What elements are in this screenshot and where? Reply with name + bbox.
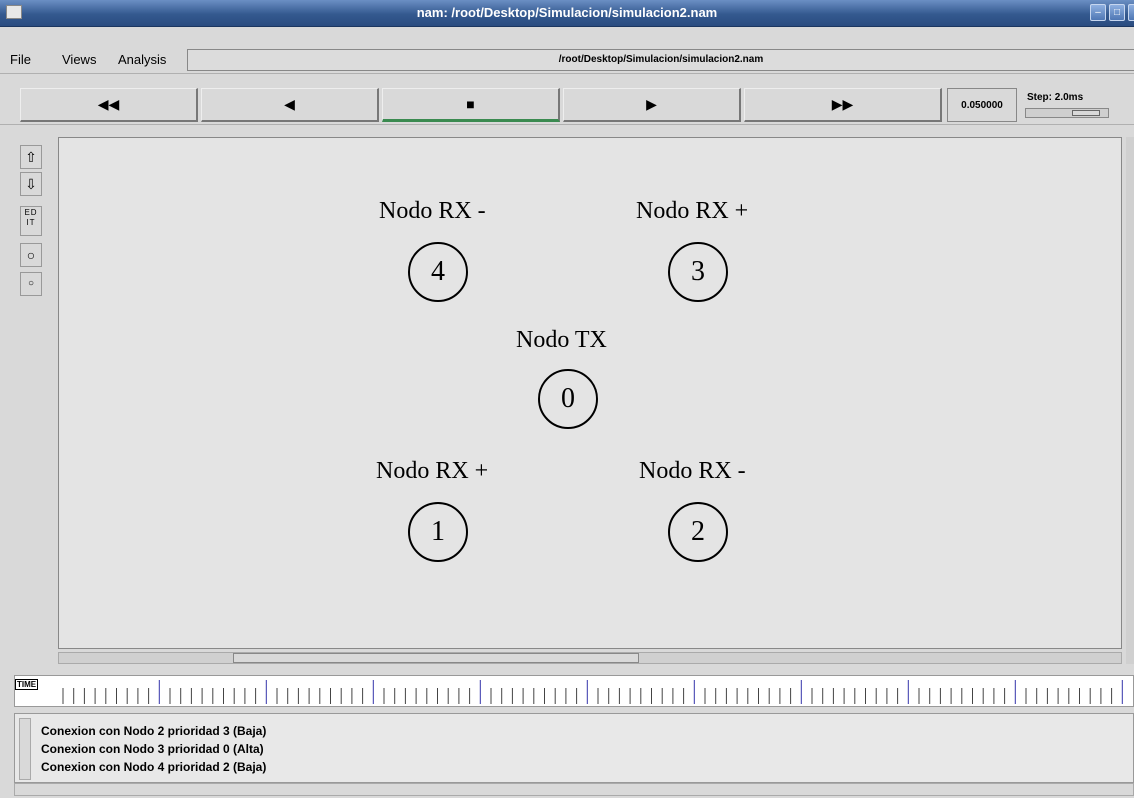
message-log: Conexion con Nodo 2 prioridad 3 (Baja) C… (14, 713, 1134, 783)
node-4-label: Nodo RX - (379, 198, 486, 224)
log-vertical-scrollbar[interactable] (19, 718, 31, 780)
step-slider-thumb[interactable] (1072, 110, 1100, 116)
node-tool-button[interactable]: ○ (20, 243, 42, 267)
canvas-horizontal-scrollbar[interactable] (58, 652, 1122, 664)
circle-icon: ○ (26, 247, 36, 263)
log-line: Conexion con Nodo 2 prioridad 3 (Baja) (41, 724, 267, 738)
play-forward-button[interactable]: ▶ (563, 88, 741, 122)
node-0-label: Nodo TX (516, 327, 607, 353)
step-label: Step: 2.0ms (1027, 92, 1084, 103)
small-node-tool-button[interactable]: ○ (20, 272, 42, 296)
canvas-vertical-scrollbar[interactable] (1126, 137, 1134, 664)
menu-views[interactable]: Views (62, 52, 96, 67)
network-canvas[interactable]: Nodo RX - 4 Nodo RX + 3 Nodo TX 0 Nodo R… (58, 137, 1122, 649)
play-forward-icon: ▶ (646, 96, 657, 112)
playback-toolbar: ◀◀ ◀ ■ ▶ ▶▶ 0.050000 Step: 2.0ms (0, 80, 1134, 125)
play-backward-button[interactable]: ◀ (201, 88, 379, 122)
node-2[interactable]: 2 (668, 502, 728, 562)
current-time-display: 0.050000 (947, 88, 1017, 122)
node-0[interactable]: 0 (538, 369, 598, 429)
menu-bar: File Views Analysis /root/Desktop/Simula… (0, 46, 1134, 74)
node-1[interactable]: 1 (408, 502, 468, 562)
stop-button[interactable]: ■ (382, 88, 560, 122)
log-line: Conexion con Nodo 3 prioridad 0 (Alta) (41, 742, 264, 756)
zoom-out-button[interactable]: ⇩ (20, 172, 42, 196)
menu-file[interactable]: File (10, 52, 31, 67)
edit-button[interactable]: ED IT (20, 206, 42, 236)
step-slider[interactable] (1025, 108, 1109, 118)
maximize-button[interactable]: □ (1109, 4, 1125, 21)
zoom-out-icon: ⇩ (25, 176, 37, 192)
node-2-label: Nodo RX - (639, 458, 746, 484)
file-path-display: /root/Desktop/Simulacion/simulacion2.nam (187, 49, 1134, 71)
title-bar: nam: /root/Desktop/Simulacion/simulacion… (0, 0, 1134, 27)
fast-forward-button[interactable]: ▶▶ (744, 88, 942, 122)
node-3[interactable]: 3 (668, 242, 728, 302)
timeline-ticks (62, 680, 1123, 704)
node-3-label: Nodo RX + (636, 198, 749, 224)
node-1-label: Nodo RX + (376, 458, 489, 484)
rewind-button[interactable]: ◀◀ (20, 88, 198, 122)
zoom-in-button[interactable]: ⇧ (20, 145, 42, 169)
log-line: Conexion con Nodo 4 prioridad 2 (Baja) (41, 760, 267, 774)
stop-icon: ■ (466, 96, 475, 112)
rewind-icon: ◀◀ (97, 96, 120, 112)
small-circle-icon: ○ (27, 278, 35, 289)
time-slider[interactable]: TIME (14, 675, 1134, 707)
canvas-scroll-thumb[interactable] (233, 653, 639, 663)
fast-forward-icon: ▶▶ (831, 96, 854, 112)
zoom-in-icon: ⇧ (25, 149, 37, 165)
menu-analysis[interactable]: Analysis (118, 52, 166, 67)
minimize-button[interactable]: – (1090, 4, 1106, 21)
close-button[interactable] (1128, 4, 1134, 21)
edit-label: ED IT (24, 208, 38, 227)
node-4[interactable]: 4 (408, 242, 468, 302)
log-horizontal-scrollbar[interactable] (14, 783, 1134, 796)
play-backward-icon: ◀ (284, 96, 295, 112)
window-title: nam: /root/Desktop/Simulacion/simulacion… (416, 5, 718, 20)
